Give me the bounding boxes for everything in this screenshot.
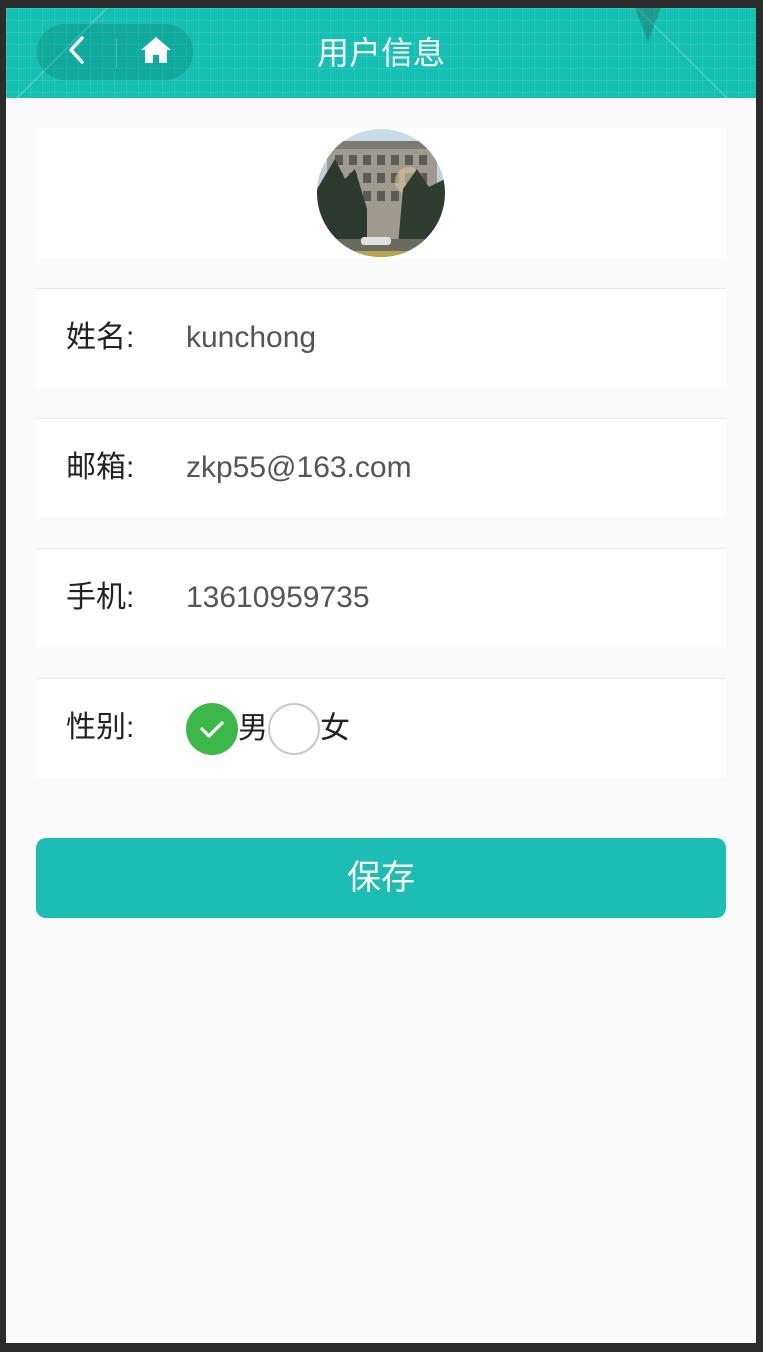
email-label: 邮箱: [66, 451, 135, 484]
name-field[interactable] [186, 289, 686, 387]
radio-unchecked-icon [268, 703, 320, 755]
name-label: 姓名: [66, 321, 135, 354]
home-button[interactable] [116, 24, 195, 80]
gender-radio-female[interactable]: 女 [268, 703, 350, 755]
gender-male-label: 男 [238, 712, 268, 745]
avatar-card [36, 128, 726, 258]
gender-row: 性别: 男 女 [36, 678, 726, 777]
phone-label: 手机: [66, 581, 135, 614]
save-button[interactable]: 保存 [36, 838, 726, 918]
home-icon [139, 35, 173, 70]
avatar-photo [317, 129, 445, 257]
email-row: 邮箱: [36, 418, 726, 517]
name-row: 姓名: [36, 288, 726, 387]
header-decoration [624, 8, 672, 42]
avatar[interactable] [317, 129, 445, 257]
nav-button-group [36, 23, 194, 81]
back-button[interactable] [37, 24, 116, 80]
app-header: 用户信息 [6, 8, 756, 98]
gender-radio-male[interactable]: 男 [186, 703, 268, 755]
phone-row: 手机: [36, 548, 726, 647]
email-field[interactable] [186, 419, 686, 517]
phone-field[interactable] [186, 549, 686, 647]
gender-label: 性别: [66, 711, 135, 744]
gender-radio-group: 男 女 [186, 703, 350, 755]
chevron-left-icon [66, 35, 88, 70]
app-frame: 用户信息 姓名: kunchong 邮箱: zkp55@163.com 手机: … [6, 8, 756, 1343]
gender-female-label: 女 [320, 712, 350, 745]
radio-checked-icon [186, 703, 238, 755]
